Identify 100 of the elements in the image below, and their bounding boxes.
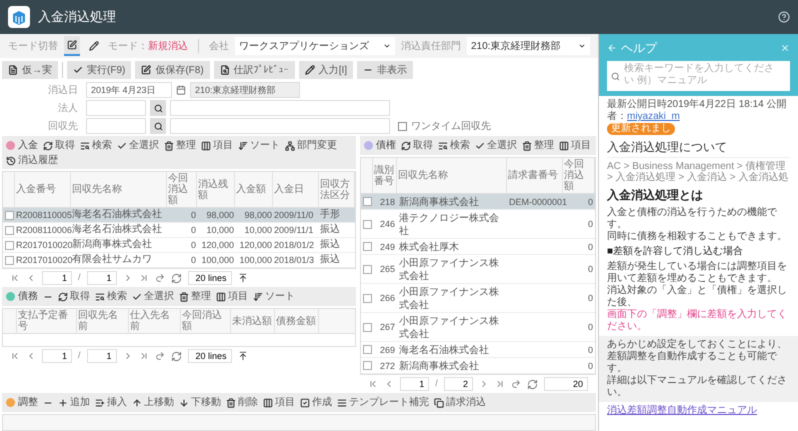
calendar-icon[interactable] — [176, 85, 186, 95]
toolbar-button[interactable]: ソート — [253, 290, 295, 302]
row-checkbox[interactable] — [362, 345, 372, 354]
toolbar-button[interactable]: テンプレート補完 — [337, 396, 429, 408]
help-search-field[interactable]: 検索キーワードを入力してください 例）マニュアル — [607, 61, 790, 91]
column-header[interactable]: 入金額 — [236, 184, 266, 195]
last-page-icon[interactable] — [138, 351, 149, 361]
toolbar-button[interactable]: 整理 — [179, 290, 211, 302]
close-icon[interactable] — [780, 43, 790, 53]
column-header[interactable]: 債務金額 — [276, 316, 316, 326]
first-page-icon[interactable] — [10, 351, 20, 361]
toolbar-button[interactable]: 追加 — [58, 396, 90, 408]
top-line-icon[interactable] — [238, 351, 248, 361]
table-row[interactable]: R2017010020有限会社サムカワ 0 100,000 100,000 2018/01/3 振込 — [3, 253, 355, 268]
action-button[interactable]: 仮→実 — [2, 61, 58, 79]
column-header[interactable]: 今回消込額 — [168, 173, 195, 206]
lookup-button[interactable] — [150, 118, 166, 134]
row-checkbox[interactable] — [362, 361, 372, 370]
author-link[interactable]: miyazaki_m — [627, 111, 680, 122]
department-dropdown[interactable]: 210:東京経理財務部 — [467, 37, 590, 55]
back-arrow-icon[interactable] — [607, 43, 617, 53]
toolbar-button[interactable]: 全選択 — [132, 290, 174, 302]
last-page-icon[interactable] — [494, 379, 505, 389]
name-field[interactable] — [170, 118, 390, 134]
table-row[interactable]: 218 新潟商事株式会社 DEM-0000001 0 — [361, 194, 595, 210]
first-page-icon[interactable] — [10, 273, 20, 283]
redo-icon[interactable] — [154, 351, 165, 361]
table-row[interactable]: 272 新潟商事株式会社 0 — [361, 358, 595, 374]
mode-button[interactable] — [64, 36, 80, 56]
refresh-icon[interactable] — [170, 272, 182, 284]
manual-link[interactable]: 消込差額調整自動作成マニュアル — [607, 405, 790, 417]
column-header[interactable]: 入金番号 — [16, 184, 56, 195]
lines-field[interactable]: 20 lines — [188, 271, 232, 285]
page-field[interactable]: 1 — [400, 377, 430, 391]
column-header[interactable]: 回収先名称 — [398, 170, 448, 181]
row-checkbox[interactable] — [4, 210, 14, 220]
toolbar-button[interactable]: 取得 — [43, 140, 75, 152]
toolbar-button[interactable]: 下移動 — [179, 396, 221, 408]
row-checkbox[interactable] — [4, 256, 14, 264]
toolbar-button[interactable]: 項目 — [201, 140, 233, 152]
toolbar-button[interactable]: 検索 — [95, 290, 127, 302]
action-button[interactable]: 実行(F9) — [67, 61, 132, 79]
toolbar-button[interactable]: 項目 — [263, 396, 295, 408]
onetime-checkbox[interactable] — [398, 122, 407, 130]
action-button[interactable]: 入力[I] — [298, 61, 354, 79]
help-icon[interactable] — [778, 11, 790, 23]
row-checkbox[interactable] — [362, 242, 372, 251]
toolbar-button[interactable]: 項目 — [559, 140, 591, 152]
column-header[interactable]: 回収先名称 — [72, 184, 122, 195]
redo-icon[interactable] — [510, 379, 521, 389]
toolbar-button[interactable]: 整理 — [164, 140, 196, 152]
refresh-icon[interactable] — [526, 378, 538, 390]
toolbar-button[interactable]: 整理 — [522, 140, 554, 152]
column-header[interactable]: 入金日 — [274, 184, 304, 195]
action-button[interactable]: 仕訳ﾌﾟﾚﾋﾞｭｰ — [214, 61, 295, 79]
page-field[interactable]: 1 — [42, 271, 72, 285]
last-page-icon[interactable] — [138, 273, 149, 283]
toolbar-button[interactable]: 検索 — [80, 140, 112, 152]
row-checkbox[interactable] — [362, 264, 372, 274]
row-checkbox[interactable] — [362, 322, 372, 332]
toolbar-button[interactable]: 作成 — [300, 396, 332, 408]
toolbar-button[interactable]: 請求消込 — [434, 396, 486, 408]
lines-field[interactable]: 20 lines — [188, 349, 232, 363]
column-header[interactable]: 回収先名前 — [78, 310, 127, 332]
toolbar-button[interactable]: 消込履歴 — [6, 155, 58, 167]
table-row[interactable]: R2008110005海老名石油株式会社 0 98,000 98,000 2009/11/0 手形 — [3, 208, 355, 223]
toolbar-button[interactable]: 取得 — [401, 140, 433, 152]
first-page-icon[interactable] — [368, 379, 378, 389]
toolbar-button[interactable]: 部門変更 — [285, 140, 337, 152]
column-header[interactable]: 識別番号 — [374, 164, 395, 186]
toolbar-button[interactable]: 全選択 — [117, 140, 159, 152]
column-header[interactable]: 請求書番号 — [508, 170, 558, 181]
toolbar-button[interactable]: 挿入 — [95, 396, 127, 408]
top-line-icon[interactable] — [238, 273, 248, 283]
action-button[interactable]: 非表示 — [357, 61, 414, 79]
toolbar-button[interactable]: 項目 — [216, 290, 248, 302]
page-field[interactable]: 1 — [42, 349, 72, 363]
row-checkbox[interactable] — [4, 240, 14, 250]
column-header[interactable]: 今回消込額 — [564, 159, 593, 192]
toolbar-button[interactable]: 上移動 — [132, 396, 174, 408]
column-header[interactable]: 支払予定番号 — [18, 310, 75, 332]
lines-field[interactable]: 20 — [544, 377, 588, 391]
name-field[interactable] — [170, 100, 390, 116]
row-checkbox[interactable] — [362, 220, 372, 228]
redo-icon[interactable] — [154, 273, 165, 283]
row-checkbox[interactable] — [362, 197, 372, 206]
column-header[interactable]: 回収方法区分 — [320, 178, 353, 200]
toolbar-button[interactable]: 取得 — [58, 290, 90, 302]
table-row[interactable]: R2008110006海老名石油株式会社 0 10,000 10,000 2009/11/1 振込 — [3, 223, 355, 238]
column-header[interactable]: 仕入先名前 — [130, 310, 179, 332]
column-header[interactable]: 今回消込額 — [182, 310, 229, 332]
toolbar-button[interactable]: 削除 — [226, 396, 258, 408]
toolbar-button[interactable]: ソート — [238, 140, 280, 152]
lookup-button[interactable] — [150, 100, 166, 116]
company-dropdown[interactable]: ワークスアプリケーションズ — [235, 37, 395, 55]
table-row[interactable]: R2017010020新潟商事株式会社 0 120,000 120,000 2018/01/2 振込 — [3, 238, 355, 253]
toolbar-button[interactable]: 検索 — [438, 140, 470, 152]
row-checkbox[interactable] — [362, 294, 372, 302]
code-field[interactable] — [86, 100, 146, 116]
table-row[interactable]: 269 海老名石油株式会社 0 — [361, 342, 595, 358]
